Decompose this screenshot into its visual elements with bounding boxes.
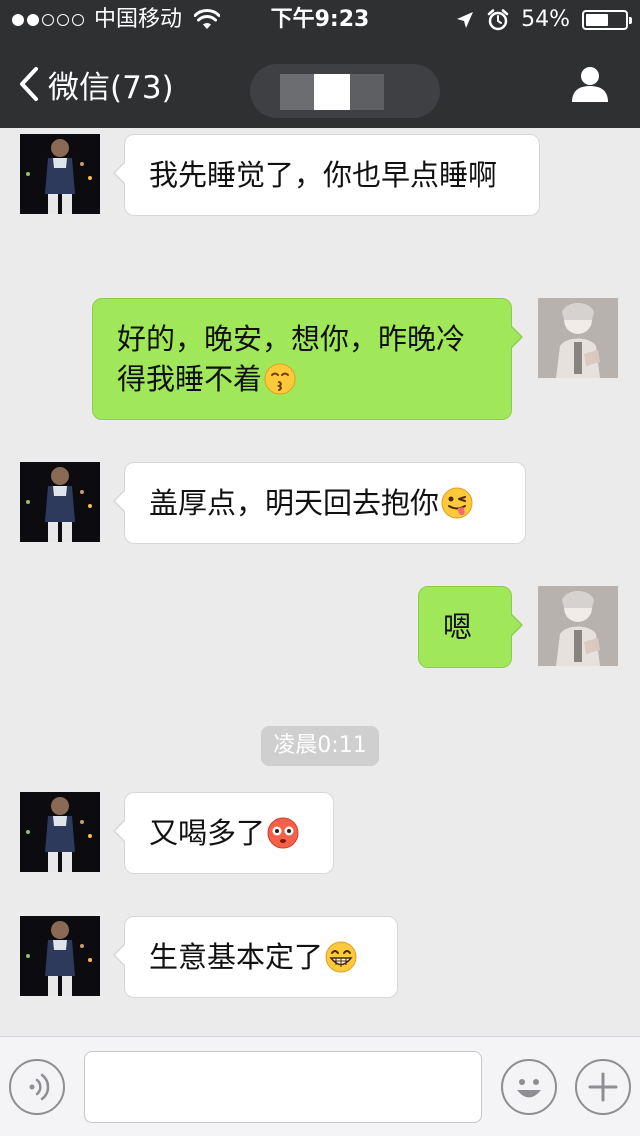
chevron-left-icon [20, 67, 38, 101]
winking-tongue-face-icon [441, 487, 473, 519]
input-bar [0, 1036, 640, 1136]
message-text: 嗯 [443, 610, 473, 644]
message-input[interactable] [84, 1051, 482, 1123]
voice-button[interactable] [9, 1059, 65, 1115]
contact-name-redacted [250, 64, 440, 118]
friend-avatar[interactable] [20, 134, 100, 214]
back-label: 微信(73) [48, 69, 174, 106]
kissing-face-icon [264, 363, 296, 395]
status-bar: 中国移动 下午9:23 54% [0, 0, 640, 40]
alarm-clock-icon [487, 9, 509, 31]
message-bubble-incoming[interactable]: 又喝多了 [113, 792, 334, 874]
status-right: 54% [455, 0, 632, 40]
friend-avatar[interactable] [20, 792, 100, 872]
voice-icon [29, 1073, 50, 1101]
emoji-button[interactable] [501, 1059, 557, 1115]
location-arrow-icon [457, 12, 474, 28]
message-text: 又喝多了 [149, 816, 266, 850]
smiley-icon [517, 1079, 541, 1098]
message-text: 生意基本定了 [149, 940, 324, 974]
battery-percent: 54% [521, 7, 570, 32]
message-text: 我先睡觉了，你也早点睡啊 [149, 158, 498, 192]
friend-avatar[interactable] [20, 462, 100, 542]
person-icon[interactable] [570, 64, 610, 104]
more-button[interactable] [575, 1059, 631, 1115]
message-bubble-incoming[interactable]: 生意基本定了 [113, 916, 398, 998]
message-bubble-outgoing[interactable]: 嗯 [418, 586, 523, 668]
chat-area[interactable]: 我先睡觉了，你也早点睡啊 好的，晚安，想你，昨晚冷得我睡不着 盖厚点，明天回去抱… [0, 128, 640, 1036]
battery-icon [582, 10, 632, 30]
nav-bar: 微信(73) [0, 40, 640, 128]
friend-avatar[interactable] [20, 916, 100, 996]
message-bubble-incoming[interactable]: 盖厚点，明天回去抱你 [113, 462, 526, 544]
message-bubble-outgoing[interactable]: 好的，晚安，想你，昨晚冷得我睡不着 [92, 298, 523, 420]
timestamp-divider: 凌晨0:11 [261, 726, 379, 766]
message-bubble-incoming[interactable]: 我先睡觉了，你也早点睡啊 [113, 134, 540, 216]
back-button[interactable]: 微信(73) [18, 40, 174, 128]
plus-icon [588, 1072, 618, 1102]
my-avatar[interactable] [538, 586, 618, 666]
grinning-face-icon [325, 941, 357, 973]
my-avatar[interactable] [538, 298, 618, 378]
message-text: 盖厚点，明天回去抱你 [149, 486, 440, 520]
flushed-face-icon [267, 817, 299, 849]
